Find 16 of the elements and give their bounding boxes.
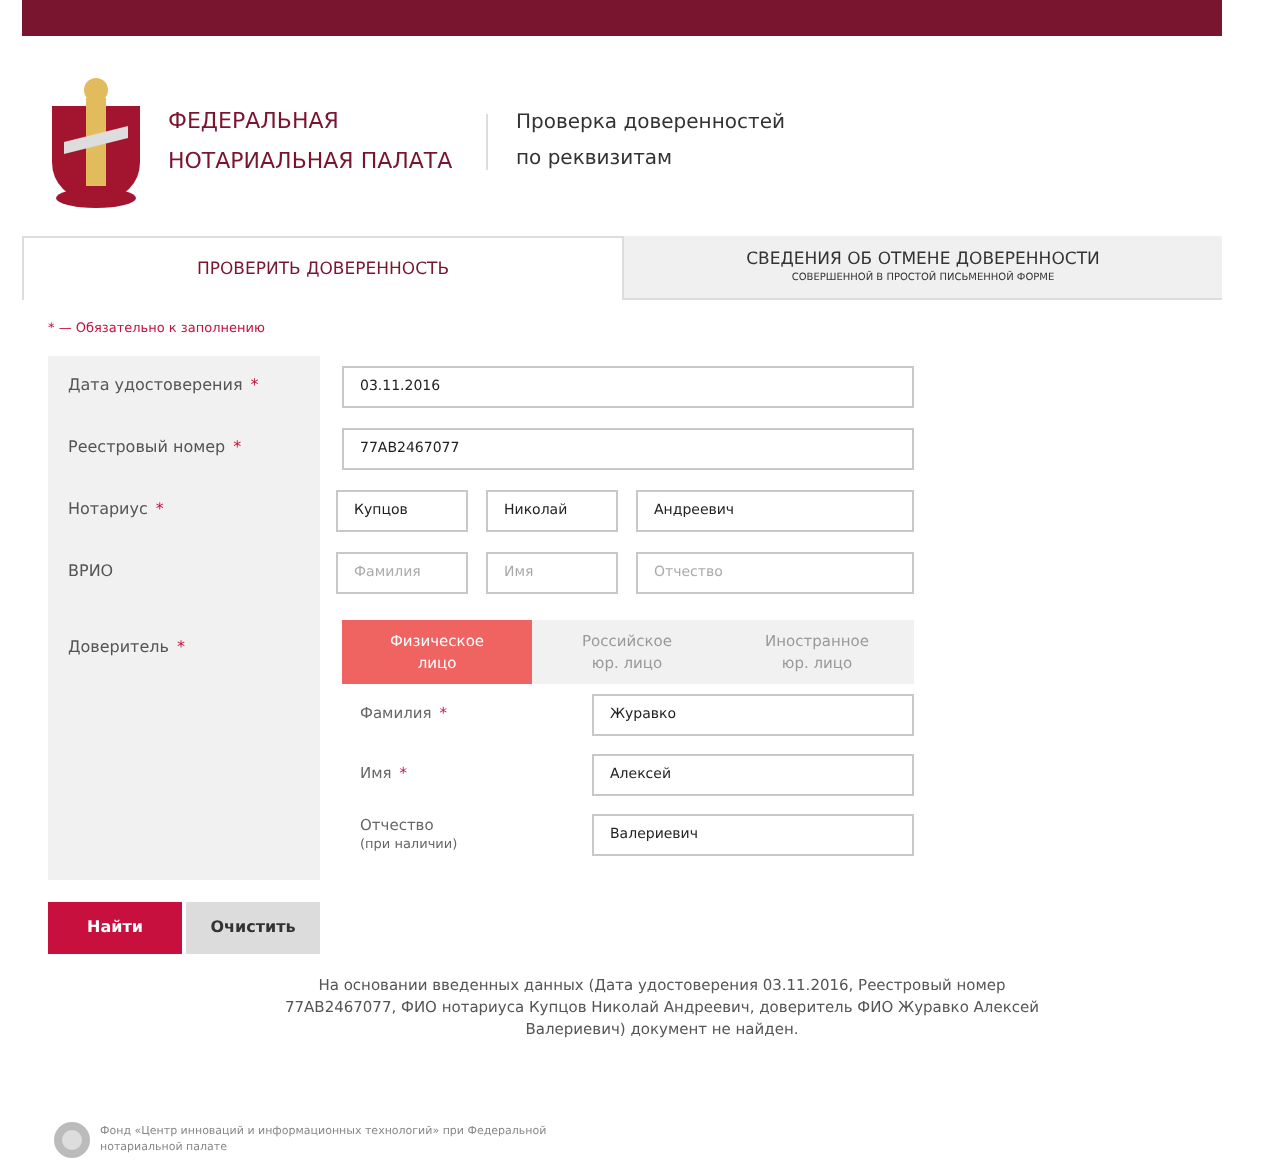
required-asterisk: * [155, 500, 164, 518]
clear-button[interactable]: Очистить [186, 901, 320, 954]
field-label: Дата удостоверения [68, 376, 243, 394]
org-name: НОТАРИАЛЬНАЯ ПАЛАТА [168, 146, 455, 178]
required-asterisk: * [233, 438, 242, 456]
search-button[interactable]: Найти [48, 901, 182, 954]
page-subtitle: по реквизитам [516, 146, 675, 174]
org-name: ФЕДЕРАЛЬНАЯ [168, 106, 341, 138]
required-asterisk: * [250, 376, 259, 394]
field-label: ВРИО [68, 562, 114, 580]
page-subtitle: Проверка доверенностей [516, 110, 785, 138]
field-label: Нотариус [68, 500, 148, 518]
field-label: Доверитель [68, 638, 169, 656]
field-label: Реестровый номер [68, 438, 226, 456]
tab[interactable]: ПРОВЕРИТЬ ДОВЕРЕННОСТЬ [22, 236, 624, 300]
required-asterisk: * [176, 638, 185, 656]
